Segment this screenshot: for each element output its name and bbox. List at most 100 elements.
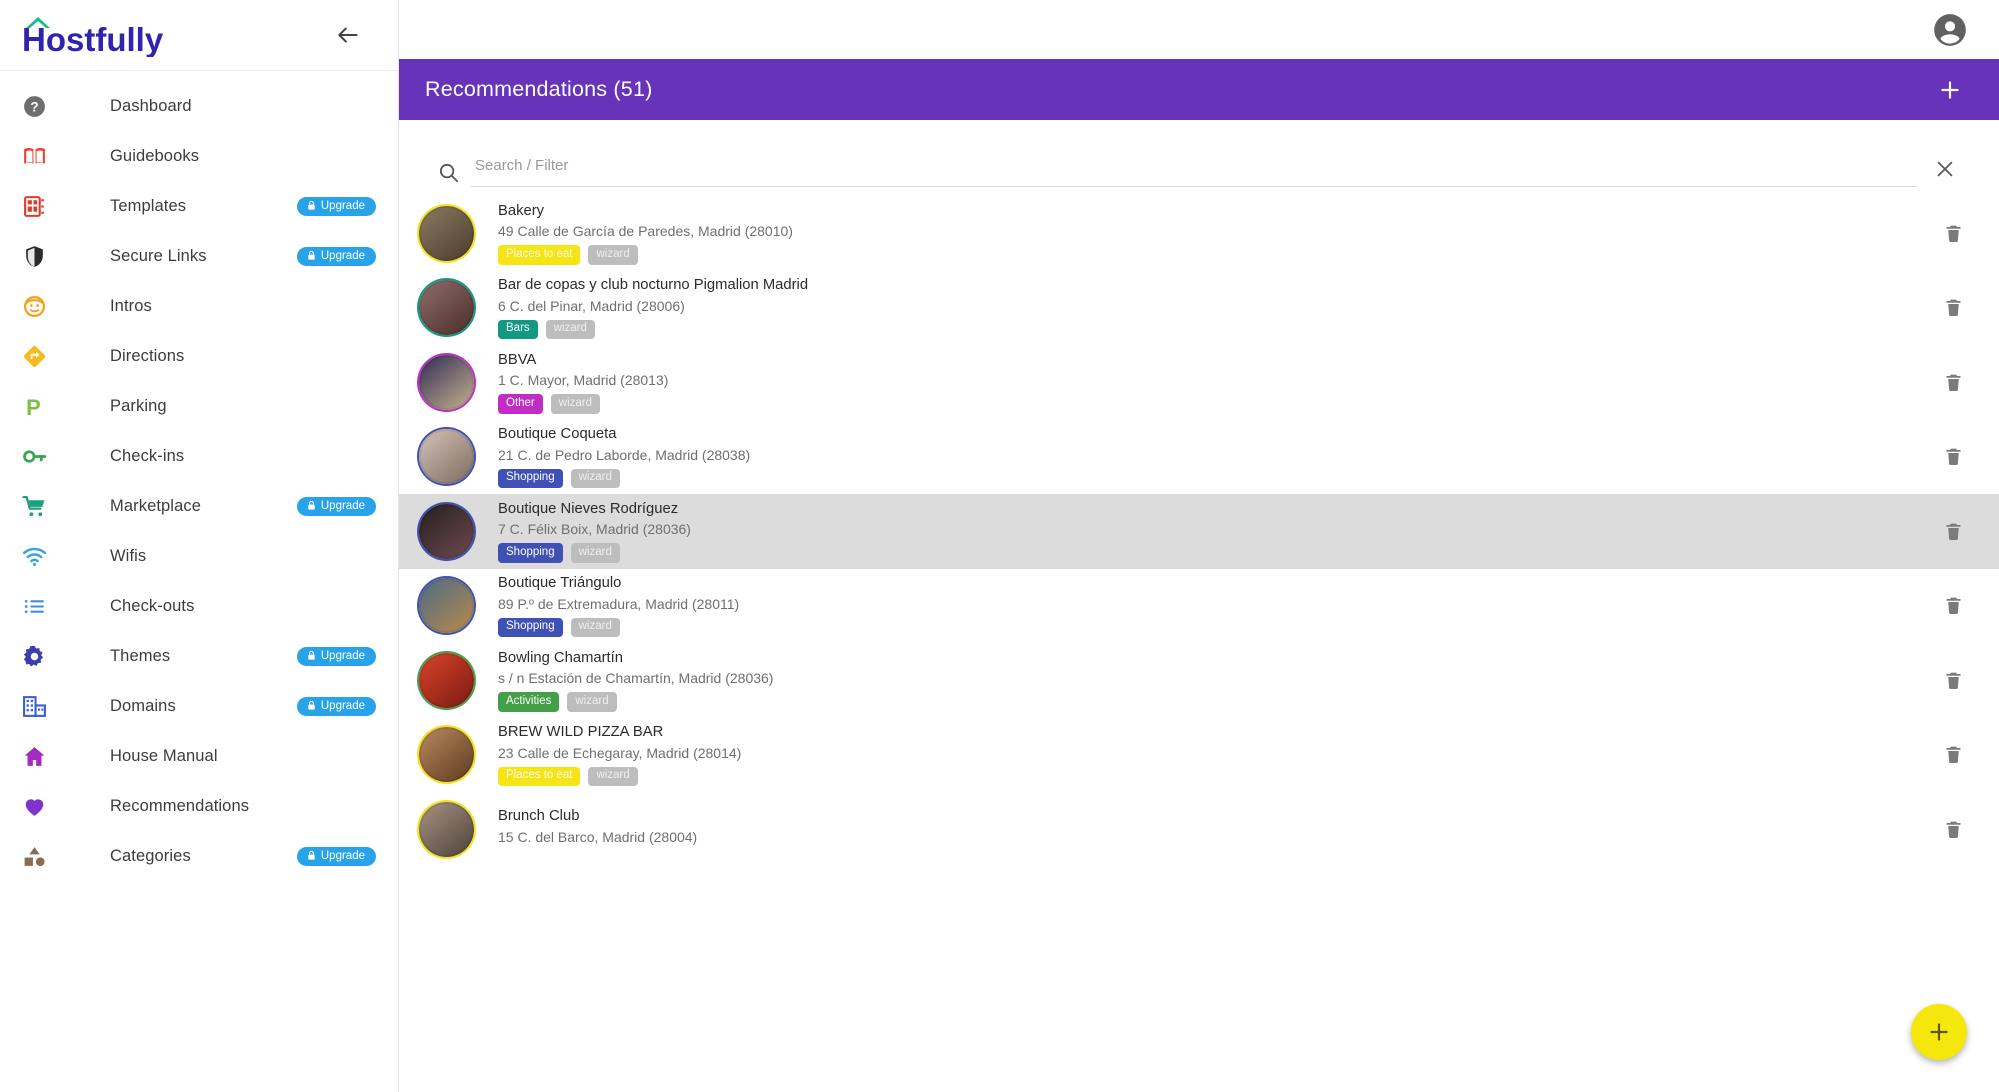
tag-wizard[interactable]: wizard	[588, 766, 638, 787]
recommendation-details: BBVA 1 C. Mayor, Madrid (28013) Other wizar…	[498, 351, 1919, 414]
sidebar-item-domains[interactable]: Domains Upgrade	[0, 681, 398, 731]
tag-shopping[interactable]: Shopping	[498, 617, 563, 638]
sidebar-item-marketplace[interactable]: Marketplace Upgrade	[0, 481, 398, 531]
recommendation-address: s / n Estación de Chamartín, Madrid (280…	[498, 670, 774, 687]
tag-shopping[interactable]: Shopping	[498, 468, 563, 489]
tag-places-to-eat[interactable]: Places to eat	[498, 766, 581, 787]
sidebar-item-label: Domains	[110, 696, 176, 715]
add-recommendation-fab[interactable]	[1911, 1004, 1967, 1060]
recommendation-row[interactable]: Bowling Chamartín s / n Estación de Chama…	[399, 643, 1999, 718]
recommendations-list: Bakery 49 Calle de García de Paredes, Mad…	[399, 196, 1999, 1092]
parking-icon: P	[22, 391, 56, 421]
sidebar-item-wifis[interactable]: Wifis	[0, 531, 398, 581]
sidebar-item-templates[interactable]: Templates Upgrade	[0, 181, 398, 231]
recommendation-details: Boutique Triángulo 89 P.º de Extremadura,…	[498, 574, 1919, 638]
trash-icon[interactable]	[1933, 670, 1973, 691]
sidebar-item-check-ins[interactable]: Check-ins	[0, 431, 398, 481]
sidebar-item-label: Secure Links	[110, 246, 207, 265]
sidebar-item-check-outs[interactable]: Check-outs	[0, 581, 398, 631]
trash-icon[interactable]	[1933, 297, 1973, 318]
recommendation-name: Bakery	[498, 202, 545, 219]
hostfully-logo[interactable]: Hostfully	[20, 13, 180, 57]
sidebar-item-label: Recommendations	[110, 796, 250, 815]
sidebar-item-label: Themes	[110, 646, 171, 665]
recommendation-row[interactable]: Bar de copas y club nocturno Pigmalion M…	[399, 271, 1999, 346]
sidebar-item-guidebooks[interactable]: Guidebooks	[0, 131, 398, 181]
trash-icon[interactable]	[1933, 595, 1973, 616]
trash-icon[interactable]	[1933, 521, 1973, 542]
trash-icon[interactable]	[1933, 744, 1973, 765]
tag-bars[interactable]: Bars	[498, 319, 538, 340]
sidebar-item-secure-links[interactable]: Secure Links Upgrade	[0, 231, 398, 281]
sidebar-item-dashboard[interactable]: ? Dashboard	[0, 81, 398, 131]
tag-other[interactable]: Other	[498, 394, 543, 414]
cart-icon	[22, 491, 56, 521]
tag-activities[interactable]: Activities	[498, 692, 560, 712]
recommendation-address: 6 C. del Pinar, Madrid (28006)	[498, 297, 685, 314]
tag-wizard[interactable]: wizard	[570, 543, 620, 563]
recommendation-row[interactable]: BBVA 1 C. Mayor, Madrid (28013) Other wizar…	[399, 345, 1999, 420]
upgrade-badge[interactable]: Upgrade	[296, 846, 376, 866]
recommendation-name: Boutique Triángulo	[498, 575, 622, 592]
sidebar-item-directions[interactable]: Directions	[0, 331, 398, 381]
trash-icon[interactable]	[1933, 819, 1973, 840]
upgrade-badge[interactable]: Upgrade	[296, 646, 376, 666]
recommendation-row[interactable]: Bakery 49 Calle de García de Paredes, Mad…	[399, 196, 1999, 271]
sidebar-item-label: Templates	[110, 196, 187, 215]
back-arrow-icon[interactable]	[328, 15, 368, 55]
upgrade-badge[interactable]: Upgrade	[296, 246, 376, 266]
upgrade-badge[interactable]: Upgrade	[296, 496, 376, 516]
recommendation-row[interactable]: Boutique Triángulo 89 P.º de Extremadura,…	[399, 569, 1999, 644]
add-recommendation-header-button[interactable]	[1934, 74, 1966, 106]
sidebar-item-categories[interactable]: Categories Upgrade	[0, 831, 398, 881]
recommendation-row[interactable]: BREW WILD PIZZA BAR 23 Calle de Echegaray…	[399, 718, 1999, 793]
trash-icon[interactable]	[1933, 446, 1973, 467]
search-input[interactable]	[471, 157, 1917, 187]
lock-icon	[306, 650, 317, 661]
recommendation-name: Bowling Chamartín	[498, 649, 624, 666]
sidebar-item-label: Intros	[110, 296, 152, 315]
sidebar-item-recommendations[interactable]: Recommendations	[0, 781, 398, 831]
sidebar-item-label: Directions	[110, 346, 185, 365]
wifi-icon	[22, 541, 56, 571]
help-circle-icon: ?	[22, 91, 56, 121]
upgrade-label: Upgrade	[320, 249, 365, 262]
person-face-icon	[22, 291, 56, 321]
home-icon	[22, 741, 56, 771]
recommendation-row[interactable]: Boutique Nieves Rodríguez 7 C. Félix Boix…	[399, 494, 1999, 569]
tag-wizard[interactable]: wizard	[570, 617, 620, 638]
tag-wizard[interactable]: wizard	[567, 692, 617, 712]
recommendation-name: BREW WILD PIZZA BAR	[498, 724, 664, 741]
avatar[interactable]	[1931, 11, 1969, 49]
lock-icon	[306, 200, 317, 211]
sidebar-item-parking[interactable]: P Parking	[0, 381, 398, 431]
search-icon[interactable]	[425, 161, 471, 184]
sidebar-item-intros[interactable]: Intros	[0, 281, 398, 331]
tag-places-to-eat[interactable]: Places to eat	[498, 245, 581, 265]
trash-icon[interactable]	[1933, 372, 1973, 393]
tag-shopping[interactable]: Shopping	[498, 543, 563, 563]
recommendation-details: BREW WILD PIZZA BAR 23 Calle de Echegaray…	[498, 723, 1919, 787]
recommendation-details: Brunch Club 15 C. del Barco, Madrid (2800…	[498, 807, 1919, 851]
upgrade-label: Upgrade	[320, 849, 365, 862]
tag-wizard[interactable]: wizard	[570, 468, 620, 489]
recommendation-row[interactable]: Boutique Coqueta 21 C. de Pedro Laborde, …	[399, 420, 1999, 495]
sidebar-item-label: Wifis	[110, 546, 147, 565]
tag-wizard[interactable]: wizard	[588, 245, 638, 265]
upgrade-badge[interactable]: Upgrade	[296, 696, 376, 716]
recommendation-thumbnail	[419, 503, 474, 559]
lock-icon	[306, 500, 317, 511]
recommendation-row[interactable]: Brunch Club 15 C. del Barco, Madrid (2800…	[399, 792, 1999, 867]
recommendation-thumbnail	[419, 801, 474, 857]
upgrade-badge[interactable]: Upgrade	[296, 196, 376, 216]
shield-icon	[22, 241, 56, 271]
trash-icon[interactable]	[1933, 223, 1973, 244]
tag-wizard[interactable]: wizard	[545, 319, 595, 340]
recommendation-thumbnail	[419, 280, 474, 336]
tag-wizard[interactable]: wizard	[550, 394, 600, 414]
close-icon[interactable]	[1917, 158, 1973, 186]
sidebar-item-themes[interactable]: Themes Upgrade	[0, 631, 398, 681]
sidebar-item-house-manual[interactable]: House Manual	[0, 731, 398, 781]
recommendation-address: 21 C. de Pedro Laborde, Madrid (28038)	[498, 446, 751, 463]
upgrade-label: Upgrade	[320, 699, 365, 712]
